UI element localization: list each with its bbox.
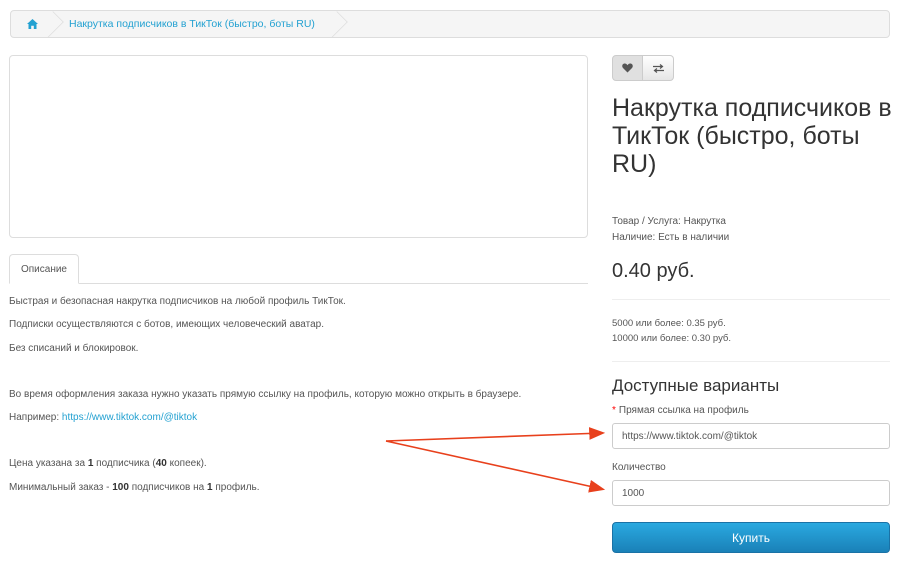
description-line: Подписки осуществляются с ботов, имеющих… — [9, 319, 325, 330]
description-line: Без списаний и блокировок. — [9, 343, 139, 354]
compare-button[interactable] — [643, 55, 674, 81]
product-image[interactable] — [9, 55, 588, 238]
text: подписчика ( — [93, 458, 156, 469]
quantity-label: Количество — [612, 462, 666, 473]
description-min-order: Минимальный заказ - 100 подписчиков на 1… — [9, 482, 260, 493]
text: копеек). — [166, 458, 207, 469]
product-availability: Наличие: Есть в наличии — [612, 232, 730, 243]
compare-arrows-icon — [652, 63, 664, 73]
text-bold: 100 — [112, 482, 129, 493]
breadcrumb: Накрутка подписчиков в ТикТок (быстро, б… — [10, 10, 890, 38]
arrow-to-link-field — [385, 427, 606, 442]
profile-link-input[interactable]: https://www.tiktok.com/@tiktok — [612, 423, 890, 449]
product-title: Накрутка подписчиков в ТикТок (быстро, б… — [612, 94, 892, 178]
product-category: Товар / Услуга: Накрутка — [612, 216, 726, 227]
product-price: 0.40 руб. — [612, 260, 695, 282]
required-mark: * — [612, 405, 616, 416]
example-label: Например: — [9, 412, 62, 423]
text: подписчиков на — [128, 482, 207, 493]
description-price-note: Цена указана за 1 подписчика (40 копеек)… — [9, 458, 207, 469]
divider — [612, 299, 890, 300]
description-line: Быстрая и безопасная накрутка подписчико… — [9, 296, 346, 307]
buy-button[interactable]: Купить — [612, 522, 890, 553]
label-text: Прямая ссылка на профиль — [618, 405, 749, 416]
options-heading: Доступные варианты — [612, 376, 780, 395]
profile-link-label: * Прямая ссылка на профиль — [612, 405, 749, 416]
text: Минимальный заказ - — [9, 482, 113, 493]
text-bold: 40 — [155, 458, 167, 469]
example-link[interactable]: https://www.tiktok.com/@tiktok — [62, 412, 197, 423]
divider — [612, 361, 890, 362]
discount-tier: 5000 или более: 0.35 руб. — [612, 318, 726, 329]
quantity-input[interactable]: 1000 — [612, 480, 890, 506]
heart-icon — [622, 63, 633, 73]
product-action-buttons — [612, 55, 674, 81]
home-icon — [26, 19, 38, 29]
breadcrumb-home[interactable] — [11, 11, 53, 37]
text: профиль. — [212, 482, 260, 493]
description-example: Например: https://www.tiktok.com/@tiktok — [9, 412, 197, 423]
description-line: Во время оформления заказа нужно указать… — [9, 389, 522, 400]
text: Цена указана за — [9, 458, 88, 469]
tab-bar: Описание — [9, 254, 588, 284]
wishlist-button[interactable] — [612, 55, 643, 81]
tab-description[interactable]: Описание — [9, 254, 79, 284]
breadcrumb-current-link[interactable]: Накрутка подписчиков в ТикТок (быстро, б… — [53, 11, 337, 37]
discount-tier: 10000 или более: 0.30 руб. — [612, 333, 732, 344]
arrow-to-quantity-field — [385, 440, 606, 493]
